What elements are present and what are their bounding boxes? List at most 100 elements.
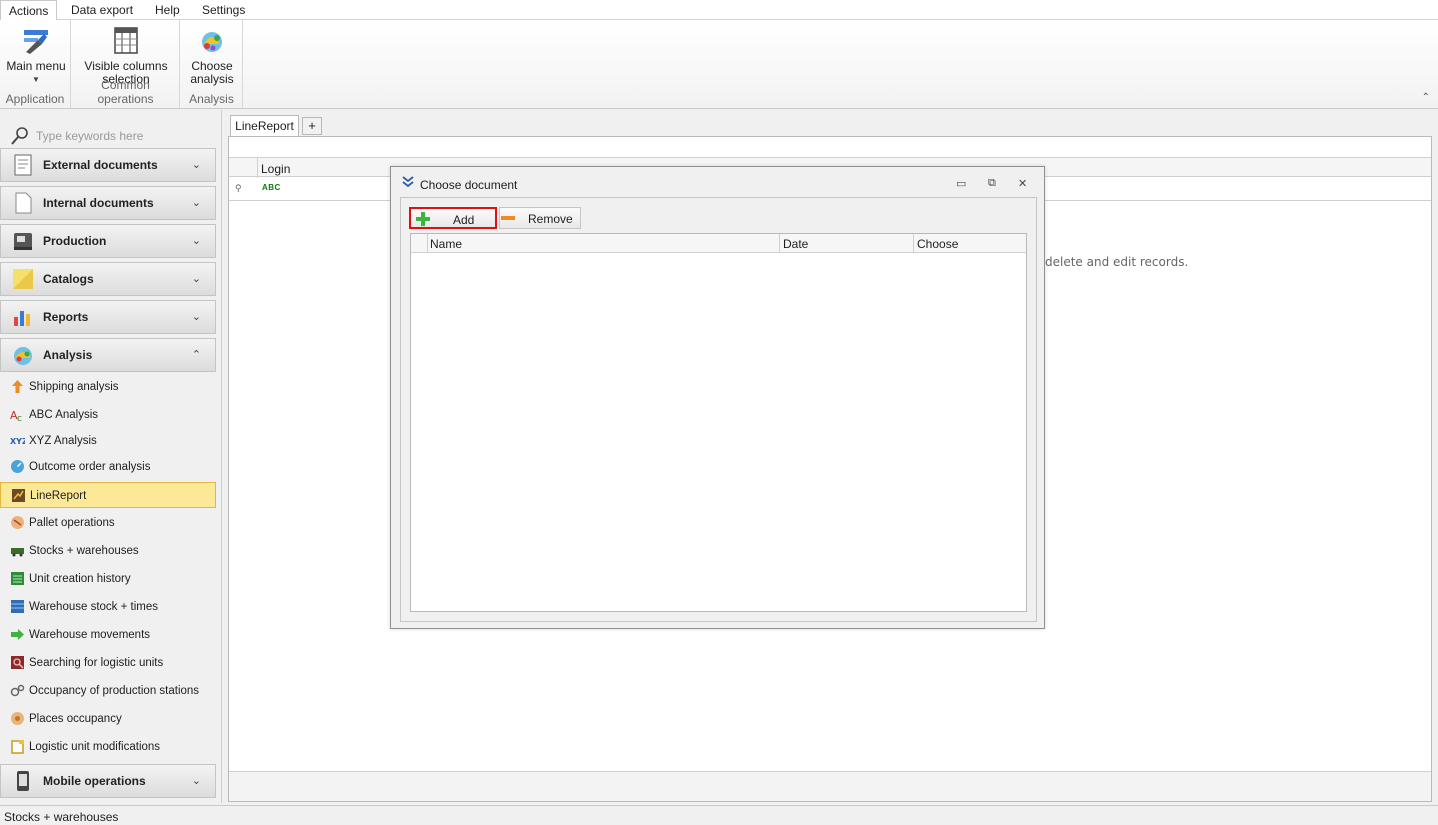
sidebar-item-searching-logistic-units[interactable]: Searching for logistic units <box>0 650 216 676</box>
column-separator <box>779 234 780 253</box>
visible-columns-button[interactable]: Visible columns selection <box>78 24 174 86</box>
search-icon <box>11 127 28 145</box>
column-separator <box>427 234 428 253</box>
remove-button-label: Remove <box>528 212 573 226</box>
sidebar-item-pallet-operations[interactable]: Pallet operations <box>0 510 216 536</box>
main-menu-label: Main menu <box>6 59 66 73</box>
sidebar-item-shipping-analysis[interactable]: Shipping analysis <box>0 374 216 400</box>
add-tab-button[interactable]: + <box>302 117 322 135</box>
search-input[interactable]: Type keywords here <box>36 129 143 143</box>
sidebar-section-reports[interactable]: Reports ⌄ <box>0 300 216 334</box>
catalogs-icon <box>13 269 33 289</box>
dialog-title-bar[interactable]: Choose document ▭ ⧉ ✕ <box>391 167 1044 197</box>
menu-tab-help[interactable]: Help <box>155 0 180 20</box>
sidebar-item-places-occupancy[interactable]: Places occupancy <box>0 706 216 732</box>
sidebar-item-label: Shipping analysis <box>29 381 119 393</box>
collapse-ribbon-icon[interactable]: ⌃ <box>1422 92 1430 103</box>
menu-tab-settings[interactable]: Settings <box>202 0 245 20</box>
column-header-choose[interactable]: Choose <box>917 237 958 251</box>
status-text: Stocks + warehouses <box>4 810 119 824</box>
unit-history-icon <box>11 572 24 585</box>
documents-grid[interactable]: Name Date Choose <box>410 233 1027 612</box>
xyz-icon: XYZ <box>10 437 25 446</box>
sidebar-item-abc-analysis[interactable]: Ac ABC Analysis <box>0 402 216 428</box>
sidebar-item-label: Places occupancy <box>29 713 122 725</box>
column-separator <box>913 234 914 253</box>
sidebar-item-label: Warehouse stock + times <box>29 601 158 613</box>
sidebar-item-label: Occupancy of production stations <box>29 685 200 697</box>
column-header-name[interactable]: Name <box>430 237 462 251</box>
sidebar-item-label: Searching for logistic units <box>29 657 164 669</box>
minus-icon <box>501 216 515 220</box>
documents-grid-header: Name Date Choose <box>411 234 1026 253</box>
warehouse-stock-icon <box>11 600 24 613</box>
sidebar-item-xyz-analysis[interactable]: XYZ XYZ Analysis <box>0 428 216 454</box>
tab-line-report[interactable]: LineReport <box>230 115 299 137</box>
chevron-down-icon: ⌄ <box>191 273 201 285</box>
places-icon <box>11 712 24 725</box>
ribbon-group-label: Analysis <box>189 92 234 106</box>
sidebar-section-analysis[interactable]: Analysis ⌃ <box>0 338 216 372</box>
column-header-login[interactable]: Login <box>261 162 290 176</box>
sidebar-item-stocks-warehouses[interactable]: Stocks + warehouses <box>0 538 216 564</box>
plus-icon <box>416 212 430 226</box>
modify-icon <box>11 740 24 754</box>
main-menu-icon <box>20 24 52 56</box>
choose-analysis-button[interactable]: Choose analysis <box>185 24 239 86</box>
analysis-icon <box>196 24 228 56</box>
choose-document-dialog: Choose document ▭ ⧉ ✕ Add Remove Name Da… <box>390 166 1045 629</box>
dialog-chevrons-icon <box>401 175 415 192</box>
ribbon-group-label: Application <box>5 92 65 106</box>
sidebar-item-occupancy-production-stations[interactable]: Occupancy of production stations <box>0 678 216 704</box>
sidebar-item-warehouse-movements[interactable]: Warehouse movements <box>0 622 216 648</box>
columns-icon <box>110 24 142 56</box>
section-label: Mobile operations <box>43 774 146 788</box>
ribbon-group-analysis: Choose analysis Analysis <box>181 20 243 108</box>
section-label: Production <box>43 234 107 248</box>
section-label: Internal documents <box>43 196 154 210</box>
sidebar-item-label: LineReport <box>30 490 87 502</box>
sidebar-section-internal-documents[interactable]: Internal documents ⌄ <box>0 186 216 220</box>
add-button[interactable]: Add <box>409 207 497 229</box>
sidebar-section-mobile-operations[interactable]: Mobile operations ⌄ <box>0 764 216 798</box>
chevron-down-icon: ⌄ <box>191 197 201 209</box>
mobile-icon <box>17 771 29 791</box>
main-menu-button[interactable]: Main menu ▼ <box>3 24 69 86</box>
sidebar-item-outcome-order-analysis[interactable]: Outcome order analysis <box>0 454 216 480</box>
sidebar-item-label: Outcome order analysis <box>29 461 151 473</box>
column-header-date[interactable]: Date <box>783 237 808 251</box>
restore-icon[interactable]: ⧉ <box>988 177 996 190</box>
choose-analysis-label-line2: analysis <box>190 72 234 86</box>
section-label: Reports <box>43 310 89 324</box>
sidebar-item-unit-creation-history[interactable]: Unit creation history <box>0 566 216 592</box>
menu-tab-actions[interactable]: Actions <box>0 0 58 21</box>
abc-icon: Ac <box>10 409 22 422</box>
sidebar-item-label: Unit creation history <box>29 573 131 585</box>
remove-button[interactable]: Remove <box>499 207 581 229</box>
reports-icon <box>14 311 30 326</box>
sidebar-item-label: ABC Analysis <box>29 409 99 421</box>
menu-tab-data-export[interactable]: Data export <box>71 0 133 20</box>
line-report-icon <box>12 489 25 502</box>
section-label: Catalogs <box>43 272 94 286</box>
sidebar-item-line-report[interactable]: LineReport <box>0 482 216 508</box>
analysis-icon <box>14 347 32 365</box>
close-icon[interactable]: ✕ <box>1018 177 1027 190</box>
menu-bar: Actions Data export Help Settings <box>0 0 1438 21</box>
main-menu-dropdown-icon: ▼ <box>32 75 40 84</box>
chevron-up-icon: ⌃ <box>191 349 201 361</box>
sidebar-section-external-documents[interactable]: External documents ⌄ <box>0 148 216 182</box>
sidebar-section-production[interactable]: Production ⌄ <box>0 224 216 258</box>
sidebar-item-logistic-unit-modifications[interactable]: Logistic unit modifications <box>0 734 216 760</box>
pallet-icon <box>11 516 24 529</box>
status-bar: Stocks + warehouses <box>0 805 1438 825</box>
minimize-icon[interactable]: ▭ <box>956 177 966 190</box>
ribbon-group-label: Common operations <box>97 78 154 106</box>
panel-footer <box>229 771 1431 801</box>
sidebar-section-catalogs[interactable]: Catalogs ⌄ <box>0 262 216 296</box>
ribbon-group-common-operations: Visible columns selection Common operati… <box>72 20 180 108</box>
chevron-down-icon: ⌄ <box>191 159 201 171</box>
sidebar-item-warehouse-stock-times[interactable]: Warehouse stock + times <box>0 594 216 620</box>
sidebar-search[interactable]: Type keywords here <box>0 122 220 148</box>
ribbon: Main menu ▼ Application Visible columns … <box>0 20 1438 109</box>
